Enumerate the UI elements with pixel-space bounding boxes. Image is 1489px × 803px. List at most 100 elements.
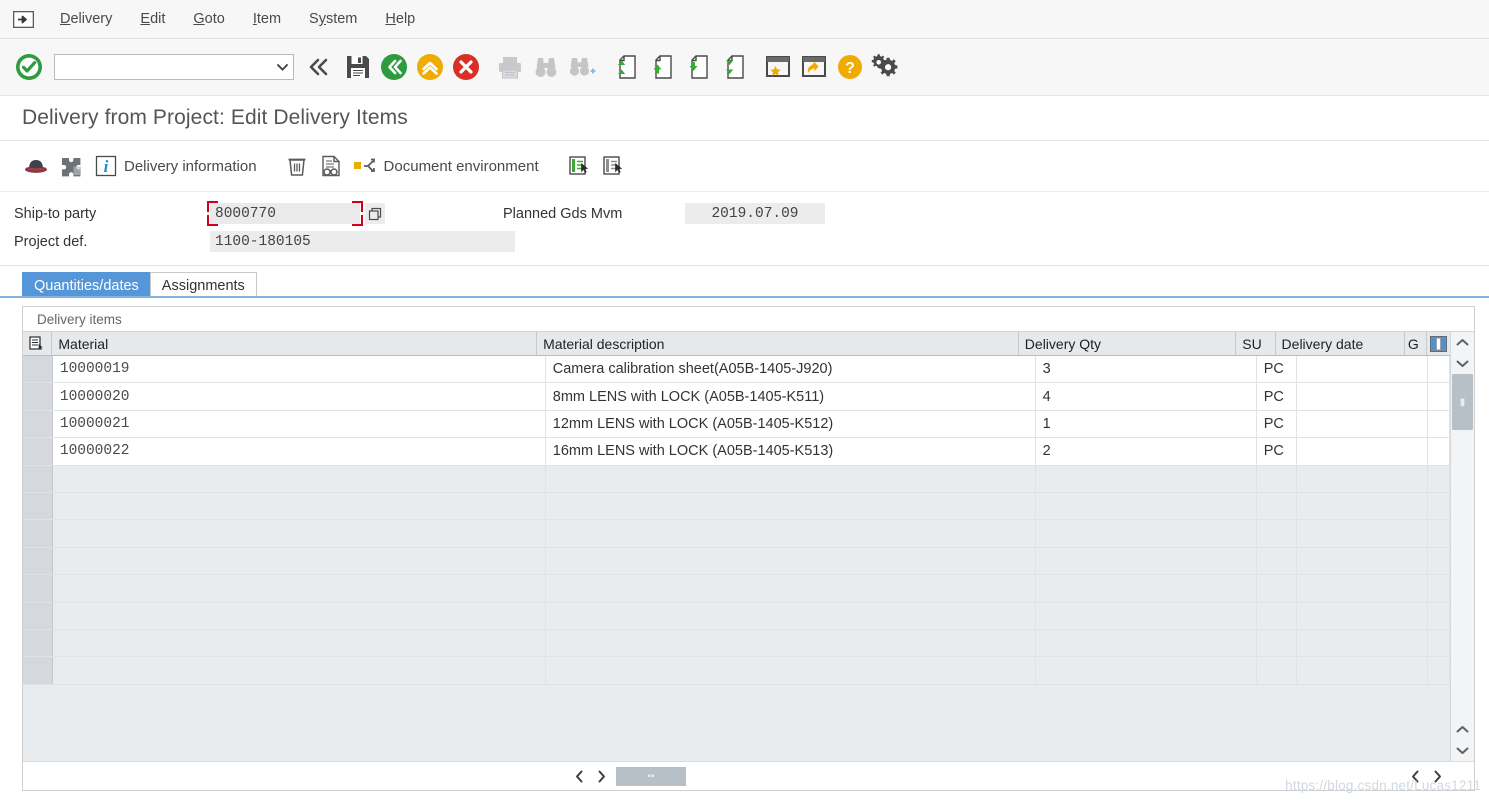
planned-gds-mvm-input[interactable]: 2019.07.09 [685,203,825,224]
menu-item-help[interactable]: Help [371,7,429,31]
horizontal-scroll-thumb[interactable]: ▪▪ [616,766,686,786]
create-shortcut-icon[interactable] [796,47,832,87]
cell-g[interactable] [1428,492,1450,520]
select-all-items-button[interactable] [562,149,596,183]
document-environment-button[interactable]: Document environment [348,149,544,183]
cell-g[interactable] [1428,438,1450,465]
cell-description[interactable]: 12mm LENS with LOCK (A05B-1405-K512) [546,410,1036,438]
cell-description[interactable] [546,575,1036,602]
table-row[interactable] [23,520,1450,548]
command-input[interactable] [55,55,271,79]
table-row[interactable] [23,629,1450,658]
table-row[interactable]: 10000020 8mm LENS with LOCK (A05B-1405-K… [23,383,1450,411]
cell-g[interactable] [1428,657,1450,684]
cell-su[interactable] [1257,629,1297,657]
grid-bottom-right-scroll[interactable] [1404,765,1448,787]
next-page-icon[interactable] [680,47,716,87]
cell-delivery-date[interactable] [1297,465,1429,492]
cell-su[interactable] [1257,465,1297,492]
column-header-su[interactable]: SU [1236,332,1276,355]
tab-assignments[interactable]: Assignments [149,272,257,298]
collapse-command-icon[interactable] [300,47,336,87]
cell-delivery-date[interactable] [1297,629,1429,657]
cell-delivery-date[interactable] [1297,657,1429,684]
cell-delivery-qty[interactable] [1036,657,1257,684]
cell-delivery-date[interactable] [1297,356,1429,383]
cell-su[interactable]: PC [1257,383,1297,410]
row-selector[interactable] [23,356,53,383]
cell-delivery-date[interactable] [1297,575,1429,602]
cell-delivery-qty[interactable] [1036,602,1257,629]
cell-su[interactable] [1257,492,1297,520]
cell-description[interactable]: 8mm LENS with LOCK (A05B-1405-K511) [546,383,1036,410]
row-selector[interactable] [23,547,53,575]
cell-description[interactable]: Camera calibration sheet(A05B-1405-J920) [546,356,1036,383]
hat-icon[interactable] [18,149,54,183]
table-row[interactable] [23,492,1450,521]
save-icon[interactable] [340,47,376,87]
cell-material[interactable] [53,602,546,629]
scroll-page-down-button[interactable] [1451,740,1474,761]
delivery-information-button[interactable]: i Delivery information [90,149,262,183]
help-icon[interactable]: ? [832,47,868,87]
menu-item-item[interactable]: Item [239,7,295,31]
last-page-icon[interactable] [716,47,752,87]
cell-delivery-qty[interactable] [1036,547,1257,575]
table-row[interactable] [23,575,1450,603]
cell-su[interactable]: PC [1257,356,1297,383]
column-header-material[interactable]: Material [52,332,538,355]
cell-material[interactable]: 10000021 [53,410,546,438]
scroll-right-end-button[interactable] [1426,765,1448,787]
first-page-icon[interactable] [608,47,644,87]
table-row[interactable] [23,657,1450,685]
cell-material[interactable] [53,465,546,492]
cancel-icon[interactable] [448,47,484,87]
cell-g[interactable] [1428,547,1450,575]
cell-su[interactable] [1257,657,1297,684]
tab-quantities-dates[interactable]: Quantities/dates [22,272,151,298]
row-selector[interactable] [23,383,53,410]
cell-delivery-qty[interactable] [1036,629,1257,657]
cell-g[interactable] [1428,520,1450,547]
row-selector[interactable] [23,492,53,520]
row-selector[interactable] [23,410,53,438]
cell-g[interactable] [1428,602,1450,629]
cell-su[interactable] [1257,520,1297,547]
cell-material[interactable]: 10000020 [53,383,546,410]
row-selector[interactable] [23,657,53,684]
scroll-left-button[interactable] [568,765,590,787]
chevron-down-icon[interactable] [271,55,293,79]
table-row[interactable] [23,602,1450,630]
cell-material[interactable] [53,575,546,602]
cell-material[interactable]: 10000022 [53,438,546,465]
puzzle-icon[interactable] [54,149,90,183]
cell-su[interactable]: PC [1257,410,1297,438]
command-field[interactable] [54,54,294,80]
exit-icon[interactable] [412,47,448,87]
cell-delivery-qty[interactable]: 3 [1036,356,1257,383]
cell-delivery-date[interactable] [1297,602,1429,629]
scroll-thumb[interactable]: ▮ [1452,374,1473,430]
row-selector[interactable] [23,520,53,547]
cell-description[interactable] [546,520,1036,547]
cell-description[interactable] [546,657,1036,684]
cell-material[interactable] [53,547,546,575]
cell-description[interactable] [546,492,1036,520]
ship-to-party-input[interactable]: 8000770 [207,201,363,226]
cell-su[interactable] [1257,602,1297,629]
project-def-input[interactable]: 1100-180105 [210,231,515,252]
cell-su[interactable] [1257,547,1297,575]
back-icon[interactable] [376,47,412,87]
cell-delivery-date[interactable] [1297,383,1429,410]
cell-delivery-qty[interactable] [1036,465,1257,492]
scroll-page-up-button[interactable] [1451,719,1474,740]
cell-su[interactable] [1257,575,1297,602]
cell-delivery-date[interactable] [1297,410,1429,438]
cell-g[interactable] [1428,465,1450,492]
cell-description[interactable] [546,602,1036,629]
cell-material[interactable]: 10000019 [53,356,546,383]
grid-horizontal-scrollbar[interactable]: ▪▪ [23,761,1474,790]
column-header-delivery-qty[interactable]: Delivery Qty [1019,332,1237,355]
cell-material[interactable] [53,629,546,657]
row-selector[interactable] [23,575,53,602]
